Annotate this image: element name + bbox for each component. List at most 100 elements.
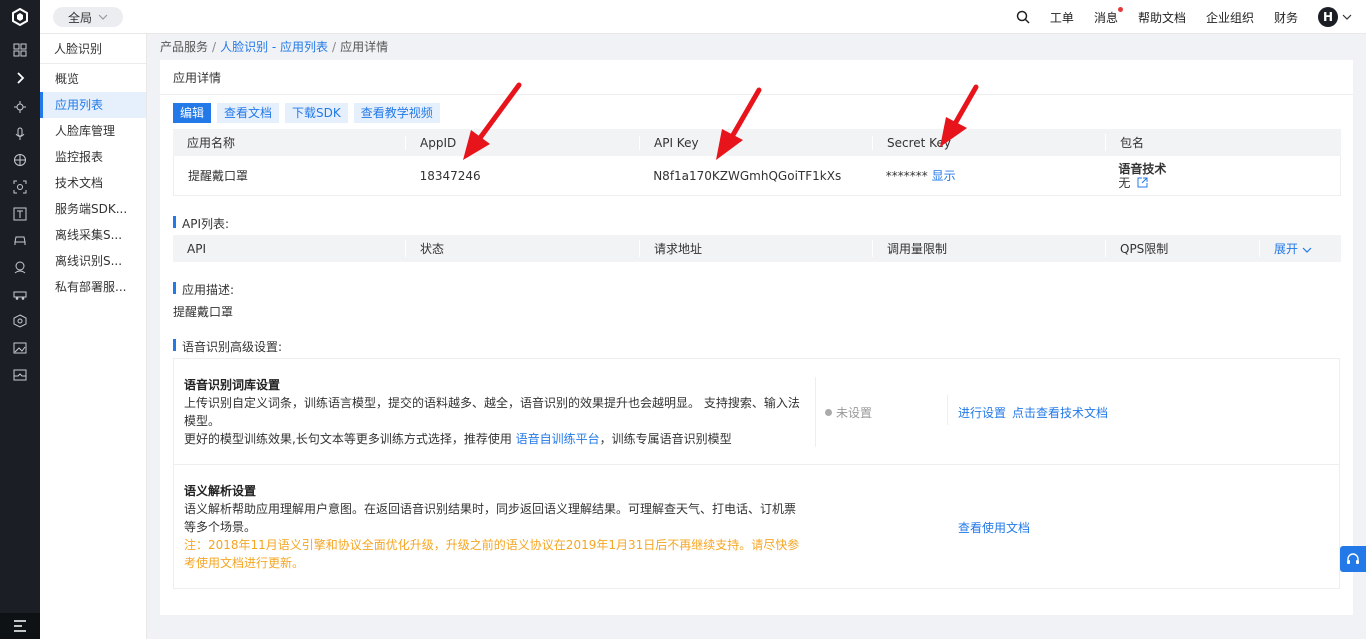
external-link-icon[interactable] <box>1137 177 1148 188</box>
semantic-settings-title: 语义解析设置 <box>184 484 257 498</box>
microphone-icon[interactable] <box>13 127 27 141</box>
video-icon[interactable] <box>13 368 27 382</box>
car-icon[interactable] <box>13 233 27 247</box>
chevron-down-icon <box>98 14 108 20</box>
nav-message-label: 消息 <box>1093 10 1118 25</box>
header-app-name: 应用名称 <box>187 136 236 150</box>
vocab-settings-row: 语音识别词库设置 上传识别自定义词条，训练语言模型，提交的语料越多、越全，语音识… <box>174 359 1339 465</box>
header-secret-key: Secret Key <box>872 135 1105 150</box>
divider <box>947 395 948 425</box>
header-api: API <box>187 241 206 256</box>
cloud-logo[interactable] <box>0 0 40 34</box>
logo-icon <box>12 8 28 26</box>
header-api-key: API Key <box>639 135 872 150</box>
nav-enterprise[interactable]: 企业组织 <box>1206 9 1254 26</box>
nav-ticket[interactable]: 工单 <box>1050 9 1074 26</box>
advanced-settings-label: 语音识别高级设置: <box>173 338 282 355</box>
expand-button[interactable]: 展开 <box>1259 240 1341 257</box>
advanced-settings-box: 语音识别词库设置 上传识别自定义词条，训练语言模型，提交的语料越多、越全，语音识… <box>173 358 1340 589</box>
subnav-title: 人脸识别 <box>40 34 146 64</box>
semantic-settings-row: 语义解析设置 语义解析帮助应用理解用户意图。在返回语音识别结果时，同步返回语义理… <box>174 465 1339 588</box>
vocab-status-label: 未设置 <box>836 406 873 420</box>
user-menu[interactable]: H <box>1318 7 1352 27</box>
grid-icon[interactable] <box>13 43 27 57</box>
collapse-menu-button[interactable] <box>0 613 40 639</box>
divider <box>160 94 1353 95</box>
subnav-item-private-deploy[interactable]: 私有部署服... <box>40 274 146 300</box>
header-app-id: AppID <box>405 135 639 150</box>
subnav-item-server-sdk[interactable]: 服务端SDK... <box>40 196 146 222</box>
subnav-item-offline-recognition[interactable]: 离线识别S... <box>40 248 146 274</box>
download-sdk-button[interactable]: 下载SDK <box>285 103 348 123</box>
secret-key-masked: ******* <box>885 169 928 183</box>
app-detail-panel: 应用详情 编辑 查看文档 下载SDK 查看教学视频 应用名称 AppID API… <box>160 60 1353 615</box>
view-tech-docs-link[interactable]: 点击查看技术文档 <box>1012 406 1108 420</box>
subnav-item-face-library[interactable]: 人脸库管理 <box>40 118 146 144</box>
table-header: 应用名称 AppID API Key Secret Key 包名 <box>173 129 1341 156</box>
table-header: API 状态 请求地址 调用量限制 QPS限制 展开 <box>173 235 1341 262</box>
breadcrumb-separator: / <box>332 40 337 54</box>
nav-finance[interactable]: 财务 <box>1274 9 1298 26</box>
vocab-status: 未设置 <box>825 404 872 421</box>
vocab-settings-desc: 上传识别自定义词条，训练语言模型，提交的语料越多、越全，语音识别的效果提升也会越… <box>184 396 800 428</box>
image-icon[interactable] <box>13 341 27 355</box>
headset-icon <box>1347 553 1359 564</box>
menu-collapse-icon <box>14 620 26 632</box>
semantic-settings-desc: 语义解析帮助应用理解用户意图。在返回语音识别结果时，同步返回语义理解结果。可理解… <box>184 502 797 534</box>
description-label: 应用描述: <box>173 281 234 298</box>
package-value-line: 无 <box>1118 176 1340 190</box>
vehicle-icon[interactable] <box>13 287 27 301</box>
subnav-item-app-list[interactable]: 应用列表 <box>40 92 146 118</box>
breadcrumb-root[interactable]: 产品服务 <box>160 40 208 54</box>
subnav-item-tech-docs[interactable]: 技术文档 <box>40 170 146 196</box>
app-info-table: 应用名称 AppID API Key Secret Key 包名 提醒戴口罩 1… <box>173 129 1341 196</box>
semantic-actions: 查看使用文档 <box>958 519 1036 536</box>
show-secret-link[interactable]: 显示 <box>932 169 956 183</box>
subnav-item-monitor-report[interactable]: 监控报表 <box>40 144 146 170</box>
api-list-table: API 状态 请求地址 调用量限制 QPS限制 展开 <box>173 235 1341 262</box>
divider <box>815 377 816 447</box>
scope-selector[interactable]: 全局 <box>53 7 123 27</box>
table-row: 提醒戴口罩 18347246 N8f1a170KZWGmhQGoiTF1kXs … <box>173 156 1341 196</box>
text-recognition-icon[interactable] <box>13 207 27 221</box>
search-button[interactable] <box>1016 10 1030 24</box>
package-icon[interactable] <box>13 314 27 328</box>
chevron-down-icon <box>1342 14 1352 20</box>
api-key-value: N8f1a170KZWGmhQGoiTF1kXs <box>653 168 842 183</box>
subnav-item-overview[interactable]: 概览 <box>40 66 146 92</box>
vocab-hint-prefix: 更好的模型训练效果,长句文本等更多训练方式选择，推荐使用 <box>184 432 516 446</box>
nav-help-docs[interactable]: 帮助文档 <box>1138 9 1186 26</box>
configure-link[interactable]: 进行设置 <box>958 406 1006 420</box>
chevron-right-icon[interactable] <box>13 71 27 85</box>
bug-icon[interactable] <box>13 100 27 114</box>
product-subnav: 人脸识别 概览 应用列表 人脸库管理 监控报表 技术文档 服务端SDK... 离… <box>40 34 147 639</box>
edit-button[interactable]: 编辑 <box>173 103 212 123</box>
subnav-item-offline-capture[interactable]: 离线采集S... <box>40 222 146 248</box>
semantic-settings-text: 语义解析设置 语义解析帮助应用理解用户意图。在返回语音识别结果时，同步返回语义理… <box>184 482 804 572</box>
self-training-platform-link[interactable]: 语音自训练平台 <box>516 432 600 446</box>
breadcrumb-separator: / <box>212 40 217 54</box>
header-request-url: 请求地址 <box>639 240 872 257</box>
package-title: 语音技术 <box>1118 161 1167 176</box>
view-usage-docs-link[interactable]: 查看使用文档 <box>958 521 1030 535</box>
unread-dot <box>1117 6 1123 12</box>
face-icon[interactable] <box>13 260 27 274</box>
vocab-settings-title: 语音识别词库设置 <box>184 378 281 392</box>
chevron-down-icon <box>1302 247 1312 253</box>
view-docs-button[interactable]: 查看文档 <box>217 103 280 123</box>
icon-rail <box>0 34 40 639</box>
tutorial-video-button[interactable]: 查看教学视频 <box>353 103 440 123</box>
page-title: 应用详情 <box>173 71 222 85</box>
header-call-limit: 调用量限制 <box>872 240 1105 257</box>
search-icon <box>1016 10 1030 24</box>
action-buttons: 编辑 查看文档 下载SDK 查看教学视频 <box>173 103 440 123</box>
breadcrumb: 产品服务 / 人脸识别 - 应用列表 / 应用详情 <box>160 38 388 55</box>
face-scan-icon[interactable] <box>13 180 27 194</box>
customer-service-button[interactable] <box>1340 546 1366 572</box>
globe-icon[interactable] <box>13 153 27 167</box>
description-value: 提醒戴口罩 <box>173 305 234 319</box>
nav-message[interactable]: 消息 <box>1093 6 1123 26</box>
header-qps-limit: QPS限制 <box>1105 240 1259 257</box>
breadcrumb-app-list[interactable]: 人脸识别 - 应用列表 <box>220 40 328 54</box>
vocab-settings-text: 语音识别词库设置 上传识别自定义词条，训练语言模型，提交的语料越多、越全，语音识… <box>184 376 804 448</box>
